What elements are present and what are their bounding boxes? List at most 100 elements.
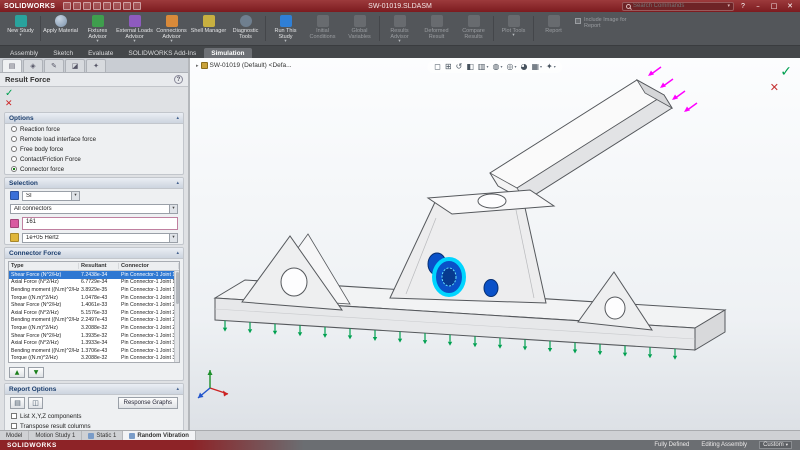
- selection-group-header[interactable]: Selection ▴: [5, 178, 183, 189]
- assembly-model[interactable]: [190, 58, 800, 430]
- tab-simulation[interactable]: Simulation: [204, 48, 251, 58]
- ribbon-global-variables-button[interactable]: Global Variables: [341, 13, 378, 44]
- include-image-for-report-checkbox[interactable]: Include Image for Report: [575, 17, 639, 44]
- table-row[interactable]: Axial Force (N^2/Hz) 6.7729e-34 Pin Conn…: [9, 279, 179, 287]
- tab-property-manager[interactable]: ▤: [2, 59, 22, 72]
- radio-contact-friction-force[interactable]: Contact/Friction Force: [5, 154, 183, 164]
- table-row[interactable]: Torque ((N.m)^2/Hz) 3.2088e-32 Pin Conne…: [9, 324, 179, 332]
- pin-connector-result-2[interactable]: [484, 280, 498, 297]
- ribbon-results-advisor-button[interactable]: Results Advisor ▾: [381, 13, 418, 44]
- tab-display-manager[interactable]: ◪: [65, 59, 85, 72]
- table-row[interactable]: Torque ((N.m)^2/Hz) 1.0478e-43 Pin Conne…: [9, 294, 179, 302]
- report-options-group-header[interactable]: Report Options ▴: [5, 384, 183, 395]
- move-up-button[interactable]: ▲: [9, 367, 25, 378]
- selected-entity-listbox[interactable]: 161: [22, 217, 178, 230]
- ribbon-run-this-study-button[interactable]: Run This Study ▾: [267, 13, 304, 44]
- ribbon-deformed-result-button[interactable]: Deformed Result: [418, 13, 455, 44]
- graphics-viewport[interactable]: ▸ SW-01019 (Default) <Defa... ◻ ⊞ ↺ ◧ ▥▾…: [190, 58, 800, 430]
- options-icon[interactable]: [133, 2, 141, 10]
- search-chevron-icon[interactable]: ▾: [727, 3, 730, 9]
- export-results-button[interactable]: ◫: [28, 397, 43, 409]
- table-scrollbar[interactable]: [174, 271, 179, 362]
- open-icon[interactable]: [73, 2, 81, 10]
- save-results-button[interactable]: ▤: [10, 397, 25, 409]
- undo-icon[interactable]: [103, 2, 111, 10]
- table-row[interactable]: Axial Force (N^2/Hz) 1.3933e-34 Pin Conn…: [9, 339, 179, 347]
- search-input[interactable]: [633, 3, 725, 9]
- save-icon[interactable]: [83, 2, 91, 10]
- response-graphs-button[interactable]: Response Graphs: [118, 397, 178, 409]
- feature-tree-flyout[interactable]: ▸ SW-01019 (Default) <Defa...: [196, 62, 292, 69]
- pin-connector-selected[interactable]: [434, 259, 464, 295]
- cancel-button[interactable]: ✕: [5, 100, 17, 109]
- ribbon-diagnostic-tools-button[interactable]: Diagnostic Tools: [227, 13, 264, 44]
- units-select[interactable]: SI ▾: [22, 191, 80, 201]
- connector-force-group-header[interactable]: Connector Force ▴: [5, 248, 183, 259]
- left-bracket[interactable]: [242, 234, 350, 310]
- table-row[interactable]: Shear Force (N^2/Hz) 1.4061e-33 Pin Conn…: [9, 301, 179, 309]
- zoom-fit-icon[interactable]: ◻: [434, 62, 441, 72]
- tab-assembly[interactable]: Assembly: [3, 48, 45, 58]
- redo-icon[interactable]: [113, 2, 121, 10]
- table-row[interactable]: Axial Force (N^2/Hz) 5.1576e-33 Pin Conn…: [9, 309, 179, 317]
- confirm-cancel-icon[interactable]: ✕: [770, 83, 779, 93]
- ribbon-fixtures-advisor-button[interactable]: Fixtures Advisor ▾: [79, 13, 116, 44]
- table-row[interactable]: Torque ((N.m)^2/Hz) 3.2088e-32 Pin Conne…: [9, 355, 179, 363]
- minimize-button[interactable]: –: [752, 1, 764, 11]
- tab-static-1[interactable]: Static 1: [82, 431, 123, 440]
- scrollbar-thumb[interactable]: [176, 272, 179, 304]
- tab-solidworks-add-ins[interactable]: SOLIDWORKS Add-Ins: [121, 48, 203, 58]
- table-row[interactable]: Bending moment ((N.m)^2/Hz) 3.8929e-35 P…: [9, 286, 179, 294]
- ribbon-shell-manager-button[interactable]: Shell Manager: [190, 13, 227, 44]
- table-row[interactable]: Bending moment ((N.m)^2/Hz) 2.2497e-43 P…: [9, 317, 179, 325]
- center-bracket[interactable]: [390, 190, 554, 303]
- ribbon-initial-conditions-button[interactable]: Initial Conditions: [304, 13, 341, 44]
- tab-model[interactable]: Model: [0, 431, 29, 440]
- display-style-icon[interactable]: ◍▾: [492, 62, 502, 72]
- radio-free-body-force[interactable]: Free body force: [5, 144, 183, 154]
- maximize-button[interactable]: □: [768, 1, 780, 11]
- table-row[interactable]: Shear Force (N^2/Hz) 7.2438e-34 Pin Conn…: [9, 271, 179, 279]
- view-orientation-icon[interactable]: ▥▾: [478, 62, 489, 72]
- section-view-icon[interactable]: ◧: [466, 62, 474, 72]
- ok-button[interactable]: ✓: [5, 89, 17, 99]
- ribbon-connections-advisor-button[interactable]: Connections Advisor ▾: [153, 13, 190, 44]
- confirm-ok-icon[interactable]: ✓: [780, 66, 792, 78]
- new-icon[interactable]: [63, 2, 71, 10]
- diagonal-tube[interactable]: [490, 80, 672, 201]
- hide-show-items-icon[interactable]: ◎▾: [506, 62, 516, 72]
- edit-appearance-icon[interactable]: ◕: [520, 62, 527, 72]
- move-down-button[interactable]: ▼: [28, 367, 44, 378]
- tab-dimxpert-manager[interactable]: ✎: [44, 59, 64, 72]
- connector-scope-select[interactable]: All connectors ▾: [10, 204, 178, 214]
- tab-simulation-manager[interactable]: ✦: [86, 59, 106, 72]
- view-settings-icon[interactable]: ✦▾: [546, 62, 556, 72]
- apply-scene-icon[interactable]: ▦▾: [531, 62, 542, 72]
- help-icon[interactable]: ?: [174, 75, 183, 84]
- ribbon-apply-material-button[interactable]: Apply Material: [42, 13, 79, 44]
- right-bracket[interactable]: [578, 272, 652, 330]
- table-row[interactable]: Bending moment ((N.m)^2/Hz) 1.3706e-43 P…: [9, 347, 179, 355]
- help-button[interactable]: ?: [738, 3, 748, 10]
- tab-evaluate[interactable]: Evaluate: [81, 48, 120, 58]
- radio-remote-load-interface-force[interactable]: Remote load interface force: [5, 134, 183, 144]
- ribbon-report-button[interactable]: Report: [535, 13, 572, 44]
- transpose-result-columns-checkbox[interactable]: Transpose result columns: [5, 421, 183, 430]
- units-dropdown[interactable]: Custom ▾: [759, 441, 792, 449]
- radio-connector-force[interactable]: Connector force: [5, 164, 183, 174]
- options-group-header[interactable]: Options ▴: [5, 113, 183, 124]
- ribbon-plot-tools-button[interactable]: Plot Tools ▾: [495, 13, 532, 44]
- rebuild-icon[interactable]: [123, 2, 131, 10]
- ribbon-compare-results-button[interactable]: Compare Results: [455, 13, 492, 44]
- ribbon-new-study-button[interactable]: New Study ▾: [2, 13, 39, 44]
- tab-configuration-manager[interactable]: ◈: [23, 59, 43, 72]
- previous-view-icon[interactable]: ↺: [456, 62, 463, 72]
- radio-reaction-force[interactable]: Reaction force: [5, 124, 183, 134]
- tab-motion-study-1[interactable]: Motion Study 1: [29, 431, 82, 440]
- print-icon[interactable]: [93, 2, 101, 10]
- close-button[interactable]: ✕: [784, 1, 796, 11]
- ribbon-external-loads-advisor-button[interactable]: External Loads Advisor ▾: [116, 13, 153, 44]
- list-xyz-components-checkbox[interactable]: List X,Y,Z components: [5, 411, 183, 421]
- tab-random-vibration[interactable]: Random Vibration: [123, 431, 196, 440]
- zoom-area-icon[interactable]: ⊞: [445, 62, 452, 72]
